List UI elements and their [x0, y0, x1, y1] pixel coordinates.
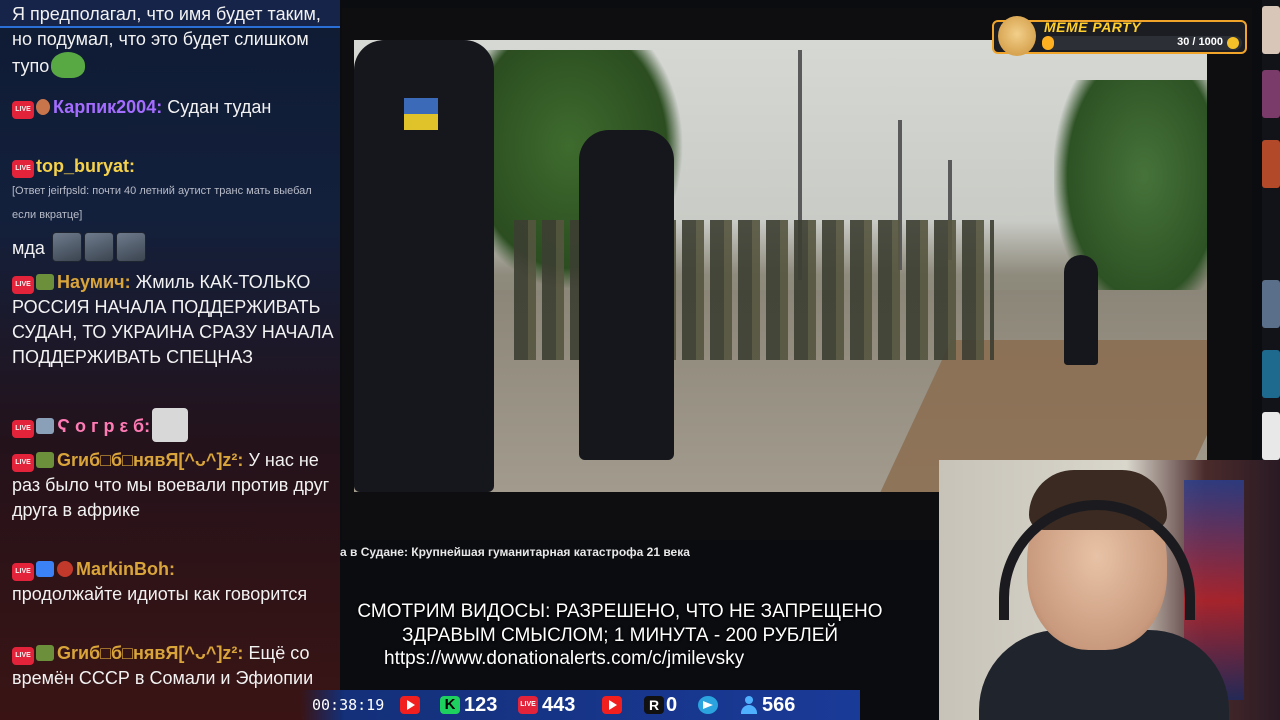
thumbnail[interactable] [1262, 140, 1280, 188]
total-viewer-count: 566 [762, 694, 796, 716]
chat-message-text: продолжайте идиоты как говорится [12, 584, 308, 604]
army-helmet-icon [36, 274, 54, 290]
army-helmet-icon [36, 452, 54, 468]
donation-rule-line1: СМОТРИМ ВИДОСЫ: РАЗРЕШЕНО, ЧТО НЕ ЗАПРЕЩ… [357, 601, 883, 622]
thumbnail[interactable] [1262, 6, 1280, 54]
chat-message: LIVE top_buryat: [Ответ jeirfpsld: почти … [12, 154, 334, 227]
chat-message: мда [12, 232, 334, 262]
thumbnail[interactable] [1262, 280, 1280, 328]
army-helmet-icon [36, 645, 54, 661]
rutube-viewer-count: 0 [666, 694, 678, 716]
donation-url[interactable]: https://www.donationalerts.com/c/jmilevs… [384, 648, 744, 670]
chat-reply-text: [Ответ jeirfpsld: почти 40 летний аутист… [12, 185, 312, 221]
chat-nick[interactable]: Наумич: [57, 272, 131, 292]
thumbnail[interactable] [1262, 350, 1280, 398]
donation-rule-line2: ЗДРАВЫМ СМЫСЛОМ; 1 МИНУТА - 200 РУБЛЕЙ [401, 625, 839, 646]
wolf-icon [36, 418, 54, 434]
video-title: а в Судане: Крупнейшая гуманитарная ката… [340, 545, 690, 559]
webcam-feed [939, 460, 1280, 720]
chat-message: Я предполагал, что имя будет таким, но п… [12, 2, 334, 79]
chat-message: LIVE Grиб□б□нявЯ[^ᴗ^]z²: Ещё со времён СС… [12, 641, 334, 691]
youtube-icon [400, 696, 420, 714]
pepe-emote-icon [51, 52, 86, 78]
chat-message: LIVE Ϛ о г р ε б: [12, 408, 334, 442]
vk-viewer-count: 443 [542, 694, 576, 716]
avatar-icon [36, 99, 50, 115]
live-badge-icon: LIVE [12, 563, 34, 581]
face-emote-icon [83, 232, 114, 262]
meme-party-title: MEME PARTY [1044, 19, 1142, 35]
doge-icon [998, 16, 1036, 56]
viewers-icon [740, 696, 758, 714]
vk-live-icon: LIVE [518, 696, 538, 714]
chat-message-text: мда [12, 238, 45, 258]
live-badge-icon: LIVE [12, 160, 34, 178]
live-badge-icon: LIVE [12, 647, 34, 665]
chat-panel: Я предполагал, что имя будет таким, но п… [0, 0, 340, 720]
telegram-icon [698, 696, 718, 714]
distant-soldier [1064, 255, 1098, 365]
sorry-emote-icon [152, 408, 189, 442]
kick-icon: K [440, 696, 460, 714]
chat-nick[interactable]: Grиб□б□нявЯ[^ᴗ^]z²: [57, 643, 243, 663]
coin-icon [1227, 37, 1239, 49]
chat-nick[interactable]: Ϛ о г р ε б: [57, 416, 150, 436]
santa-avatar-icon [57, 561, 73, 577]
chat-message: LIVE MarkinBoh: продолжайте идиоты как го… [12, 557, 334, 607]
meme-party-count: 30 / 1000 [1177, 36, 1223, 48]
flag-patch-icon [404, 98, 438, 130]
meme-party-widget: MEME PARTY 30 / 1000 [992, 16, 1247, 56]
chat-nick[interactable]: Карпик2004: [53, 97, 162, 117]
chat-message: LIVE Grиб□б□нявЯ[^ᴗ^]z²: У нас не раз был… [12, 448, 334, 523]
youtube-icon [602, 696, 622, 714]
chat-message-text: Судан тудан [162, 97, 272, 117]
live-badge-icon: LIVE [12, 454, 34, 472]
face-emote-icon [51, 232, 82, 262]
chat-nick[interactable]: MarkinBoh: [76, 559, 175, 579]
face-emote-icon [115, 232, 146, 262]
rutube-icon: R [644, 696, 664, 714]
stream-uptime: 00:38:19 [312, 696, 385, 714]
meme-progress-fill [1042, 36, 1054, 50]
armed-soldier [579, 130, 674, 460]
foreground-soldier [354, 40, 494, 492]
kick-viewer-count: 123 [464, 694, 498, 716]
live-badge-icon: LIVE [12, 420, 34, 438]
live-badge-icon: LIVE [12, 101, 34, 119]
side-thumbnails [1262, 0, 1280, 460]
chat-message: LIVE Наумич: Жмиль КАК-ТОЛЬКО РОССИЯ НАЧА… [12, 270, 334, 370]
video-frame-image[interactable] [354, 40, 1207, 492]
chat-nick[interactable]: Grиб□б□нявЯ[^ᴗ^]z²: [57, 450, 243, 470]
donation-info: СМОТРИМ ВИДОСЫ: РАЗРЕШЕНО, ЧТО НЕ ЗАПРЕЩ… [300, 600, 940, 648]
live-badge-icon: LIVE [12, 276, 34, 294]
chat-nick[interactable]: top_buryat: [36, 156, 135, 176]
thumbnail[interactable] [1262, 412, 1280, 460]
thumbnail[interactable] [1262, 70, 1280, 118]
shield-badge-icon [36, 561, 54, 577]
chat-message: LIVE Карпик2004: Судан тудан [12, 95, 334, 120]
